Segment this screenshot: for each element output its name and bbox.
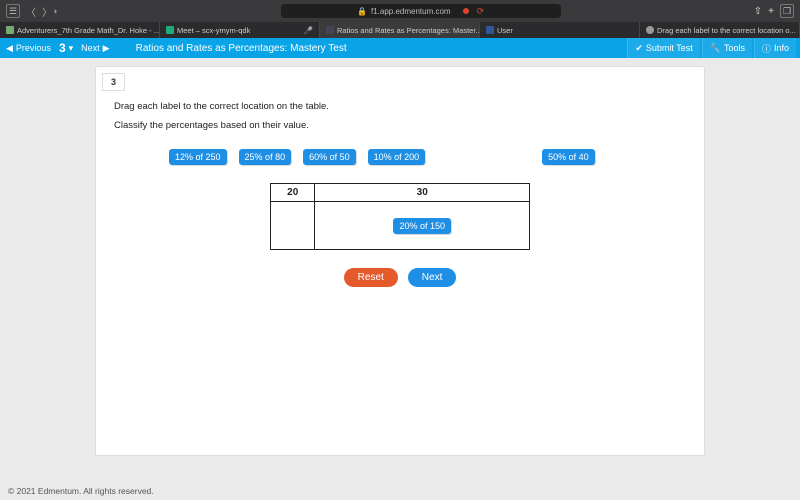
browser-toolbar: ☰ 〈 〉 ◑ 🔒 f1.app.edmentum.com ⟳ ⇧ + ❐ — [0, 0, 800, 22]
info-button[interactable]: ⓘInfo — [754, 38, 796, 58]
draggable-chip[interactable]: 10% of 200 — [368, 149, 426, 165]
browser-tab-active[interactable]: Ratios and Rates as Percentages: Master.… — [320, 22, 480, 38]
chevron-right-icon: ▶ — [103, 43, 110, 54]
sidebar-toggle-icon[interactable]: ☰ — [6, 4, 20, 18]
instruction-text: Drag each label to the correct location … — [114, 101, 686, 112]
refresh-icon[interactable]: ⟳ — [477, 6, 485, 17]
draggable-chip[interactable]: 25% of 80 — [239, 149, 292, 165]
browser-tabs: Adventurers_7th Grade Math_Dr. Hoke - ..… — [0, 22, 800, 38]
draggable-chip[interactable]: 60% of 50 — [303, 149, 356, 165]
tab-label: Adventurers_7th Grade Math_Dr. Hoke - ..… — [17, 26, 160, 35]
back-icon[interactable]: 〈 — [26, 4, 36, 19]
tab-label: Meet – scx-ymym-qdk — [177, 26, 250, 35]
info-icon: ⓘ — [762, 42, 771, 55]
sub-instruction-text: Classify the percentages based on their … — [114, 120, 686, 131]
browser-tab[interactable]: User — [480, 22, 640, 38]
placed-chip[interactable]: 20% of 150 — [393, 218, 451, 234]
privacy-shield-icon[interactable]: ◑ — [52, 6, 57, 16]
check-icon: ✔ — [635, 43, 643, 54]
next-question-button[interactable]: Next — [408, 268, 457, 287]
question-number: 3 — [102, 73, 125, 91]
table-header: 30 — [315, 184, 530, 202]
share-icon[interactable]: ⇧ — [754, 6, 762, 17]
tabs-overview-icon[interactable]: ❐ — [780, 4, 794, 18]
tab-label: User — [497, 26, 513, 35]
reset-button[interactable]: Reset — [344, 268, 398, 287]
app-top-bar: ◀Previous 3▾ Next▶ Ratios and Rates as P… — [0, 38, 800, 58]
lock-icon: 🔒 — [357, 7, 367, 16]
new-tab-icon[interactable]: + — [768, 6, 774, 17]
draggable-chip-bank: 12% of 250 25% of 80 60% of 50 10% of 20… — [169, 149, 686, 165]
recording-indicator-icon — [463, 8, 469, 14]
chevron-down-icon: ▾ — [69, 43, 74, 54]
address-bar[interactable]: 🔒 f1.app.edmentum.com ⟳ — [281, 4, 561, 18]
drop-zone-30[interactable]: 20% of 150 — [315, 202, 530, 250]
question-selector[interactable]: 3▾ — [59, 41, 73, 55]
submit-test-button[interactable]: ✔Submit Test — [627, 38, 699, 58]
tab-label: Drag each label to the correct location … — [657, 26, 796, 35]
browser-tab[interactable]: Drag each label to the correct location … — [640, 22, 800, 38]
chevron-left-icon: ◀ — [6, 43, 13, 54]
previous-button[interactable]: ◀Previous — [6, 43, 51, 54]
table-header: 20 — [271, 184, 315, 202]
draggable-chip[interactable]: 50% of 40 — [542, 149, 595, 165]
draggable-chip[interactable]: 12% of 250 — [169, 149, 227, 165]
wrench-icon: 🔧 — [710, 43, 721, 54]
drop-zone-20[interactable] — [271, 202, 315, 250]
tools-button[interactable]: 🔧Tools — [702, 38, 752, 58]
mic-icon: 🎤 — [304, 26, 313, 35]
page-title: Ratios and Rates as Percentages: Mastery… — [136, 43, 347, 54]
copyright-footer: © 2021 Edmentum. All rights reserved. — [8, 486, 154, 496]
classification-table: 20 30 20% of 150 — [270, 183, 530, 250]
browser-tab[interactable]: Meet – scx-ymym-qdk 🎤 — [160, 22, 320, 38]
browser-tab[interactable]: Adventurers_7th Grade Math_Dr. Hoke - ..… — [0, 22, 160, 38]
next-button[interactable]: Next▶ — [81, 43, 109, 54]
url-text: f1.app.edmentum.com — [371, 7, 451, 16]
forward-icon[interactable]: 〉 — [42, 4, 52, 19]
question-card: 3 Drag each label to the correct locatio… — [95, 66, 705, 456]
tab-label: Ratios and Rates as Percentages: Master.… — [337, 26, 480, 35]
